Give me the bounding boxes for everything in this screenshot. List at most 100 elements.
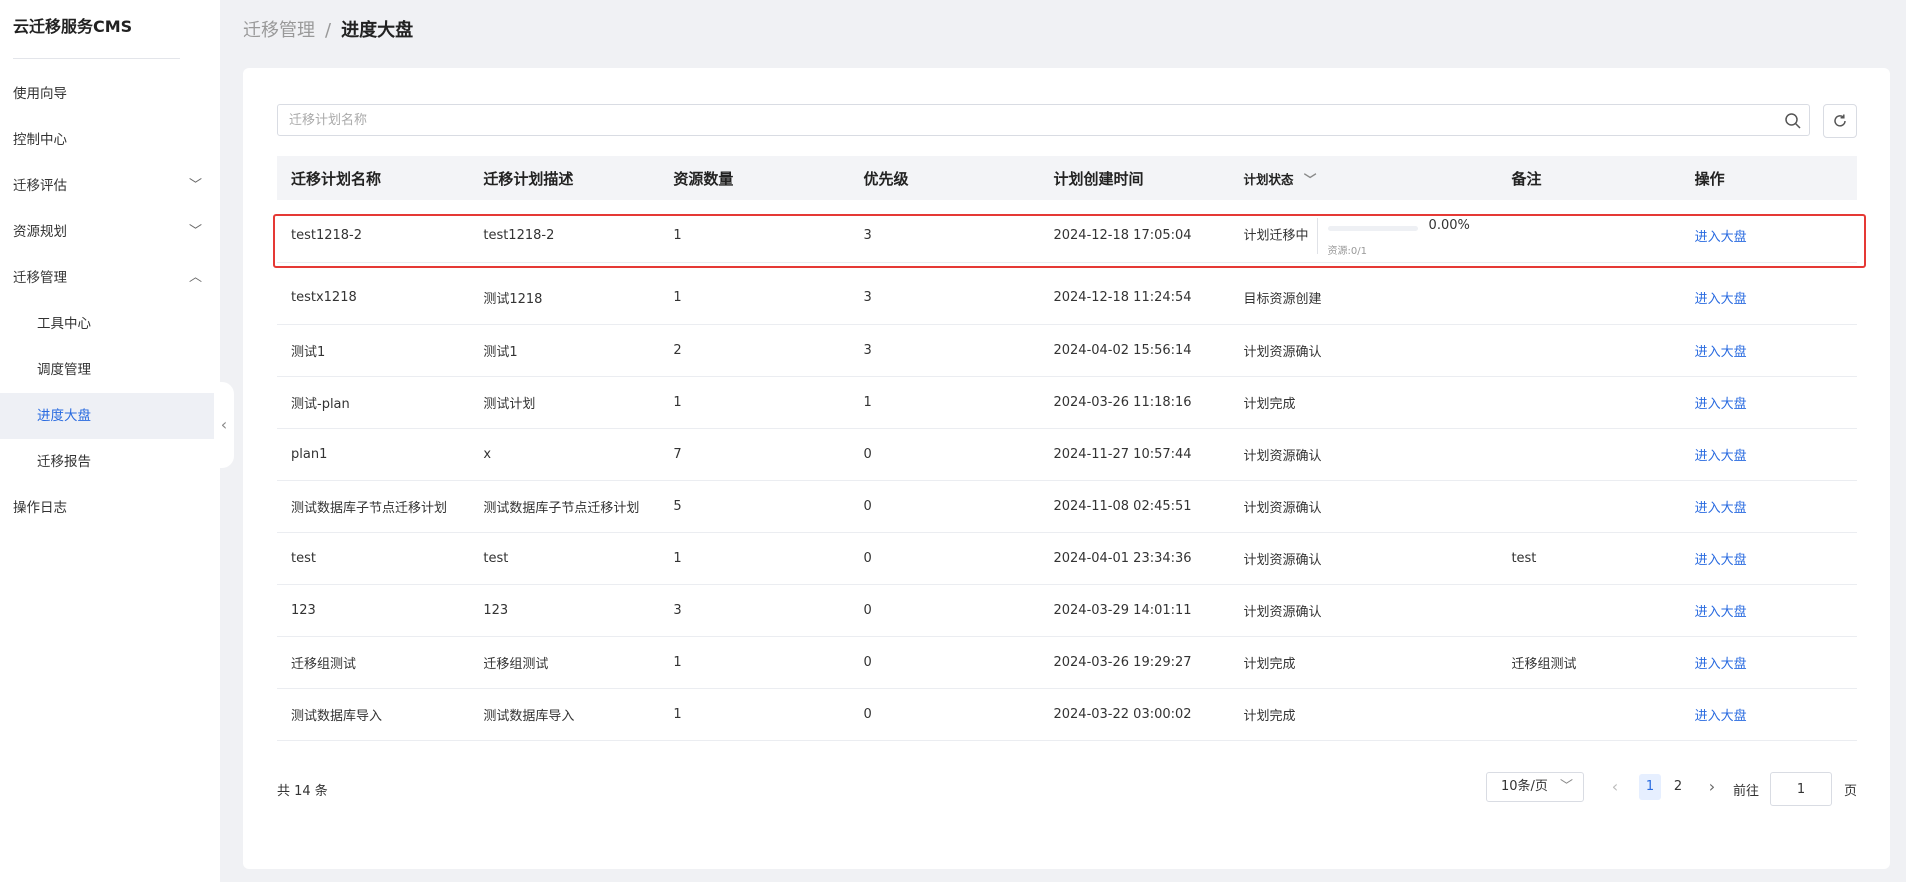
column-header: 备注 — [1511, 169, 1542, 188]
cell-note — [1497, 272, 1681, 325]
sidebar-item-label: 资源规划 — [13, 224, 67, 240]
page-number[interactable]: 2 — [1667, 774, 1689, 800]
cell-note — [1497, 428, 1681, 481]
main-card: 迁移计划名称 迁移计划描述 资源数量 优先级 计划创建时间 计划状态 ﹀ 备注 … — [243, 68, 1890, 869]
page-size-select[interactable]: 10条/页 ﹀ — [1486, 772, 1584, 802]
search-icon[interactable] — [1783, 111, 1803, 131]
sidebar-collapse-toggle[interactable]: ‹ — [214, 382, 234, 468]
cell-desc: 迁移组测试 — [469, 636, 660, 689]
chevron-right-icon: › — [1708, 777, 1716, 796]
status-text: 计划完成 — [1243, 708, 1296, 724]
cell-created: 2024-12-18 17:05:04 — [1039, 210, 1230, 263]
prev-page-button[interactable]: ‹ — [1605, 772, 1625, 802]
cell-count: 1 — [659, 210, 850, 263]
cell-priority: 3 — [849, 272, 1040, 325]
enter-dashboard-link[interactable]: 进入大盘 — [1695, 397, 1747, 412]
status-text: 计划资源确认 — [1243, 500, 1322, 516]
status-text: 目标资源创建 — [1243, 292, 1322, 308]
sidebar-item-planning[interactable]: 资源规划 ﹀ — [0, 209, 220, 255]
cell-name: 测试数据库子节点迁移计划 — [277, 480, 470, 533]
status-filter-header[interactable]: 计划状态 ﹀ — [1230, 156, 1498, 200]
divider — [13, 58, 180, 59]
cell-count: 3 — [659, 584, 850, 637]
enter-dashboard-link[interactable]: 进入大盘 — [1695, 345, 1747, 360]
sidebar-item-guide[interactable]: 使用向导 — [0, 71, 220, 117]
cell-status: 计划资源确认 — [1229, 428, 1498, 481]
sidebar-item-migration-report[interactable]: 迁移报告 — [0, 439, 220, 485]
cell-op: 进入大盘 — [1680, 636, 1857, 689]
cell-note — [1497, 376, 1681, 429]
spacer-row — [277, 200, 1857, 210]
cell-created: 2024-03-29 14:01:11 — [1039, 584, 1230, 637]
sidebar-item-assessment[interactable]: 迁移评估 ﹀ — [0, 163, 220, 209]
sidebar-nav: 使用向导 控制中心 迁移评估 ﹀ 资源规划 ﹀ 迁移管理 ︿ 工具中心 调度管理 进度… — [0, 71, 233, 531]
enter-dashboard-link[interactable]: 进入大盘 — [1695, 230, 1747, 245]
cell-status: 计划完成 — [1229, 376, 1498, 429]
cell-name: 测试-plan — [277, 376, 470, 429]
cell-name: test — [277, 532, 470, 585]
table-row: 测试数据库导入 测试数据库导入 1 0 2024-03-22 03:00:02 计划完成进… — [277, 688, 1857, 741]
sidebar-item-progress-dashboard[interactable]: 进度大盘 — [0, 393, 233, 439]
table-row: 测试-plan 测试计划 1 1 2024-03-26 11:18:16 计划完成 进入大盘 — [277, 376, 1857, 429]
table-row: 测试数据库子节点迁移计划 测试数据库子节点迁移计划 5 0 2024-11-08 02:… — [277, 480, 1857, 533]
enter-dashboard-link[interactable]: 进入大盘 — [1695, 657, 1747, 672]
enter-dashboard-link[interactable]: 进入大盘 — [1695, 292, 1747, 307]
cell-count: 1 — [659, 532, 850, 585]
progress-percent: 0.00% — [1428, 217, 1470, 233]
enter-dashboard-link[interactable]: 进入大盘 — [1695, 449, 1747, 464]
cell-created: 2024-04-02 15:56:14 — [1039, 324, 1230, 377]
breadcrumb: 迁移管理 / 进度大盘 — [243, 18, 413, 44]
page-number[interactable]: 1 — [1639, 774, 1661, 800]
cell-op: 进入大盘 — [1680, 532, 1857, 585]
goto-page-input[interactable] — [1770, 772, 1832, 806]
sidebar-item-scheduling[interactable]: 调度管理 — [0, 347, 220, 393]
cell-count: 1 — [659, 376, 850, 429]
cell-created: 2024-03-22 03:00:02 — [1039, 688, 1230, 741]
search-input[interactable] — [278, 105, 1758, 135]
spacer-row — [277, 262, 1857, 272]
enter-dashboard-link[interactable]: 进入大盘 — [1695, 501, 1747, 516]
cell-priority: 3 — [849, 210, 1040, 263]
cell-note — [1497, 584, 1681, 637]
progress-bar — [1327, 225, 1418, 231]
goto-label: 前往 — [1733, 784, 1760, 799]
sidebar-item-tool-center[interactable]: 工具中心 — [0, 301, 220, 347]
cell-desc: 测试1 — [469, 324, 660, 377]
cell-desc: 123 — [469, 584, 660, 637]
enter-dashboard-link[interactable]: 进入大盘 — [1695, 709, 1747, 724]
refresh-icon — [1834, 114, 1846, 127]
status-text: 计划完成 — [1243, 396, 1296, 412]
refresh-button[interactable] — [1823, 104, 1857, 138]
cell-priority: 0 — [849, 428, 1040, 481]
cell-priority: 0 — [849, 636, 1040, 689]
status-text: 计划资源确认 — [1243, 604, 1322, 620]
enter-dashboard-link[interactable]: 进入大盘 — [1695, 553, 1747, 568]
cell-status: 计划迁移中 0.00% 资源:0/1 — [1229, 210, 1498, 263]
next-page-button[interactable]: › — [1702, 772, 1722, 802]
sidebar-item-console[interactable]: 控制中心 — [0, 117, 220, 163]
cell-count: 2 — [659, 324, 850, 377]
cell-count: 1 — [659, 688, 850, 741]
table-row: test test 1 0 2024-04-01 23:34:36 计划资源确认 test 进… — [277, 532, 1857, 585]
cell-created: 2024-03-26 11:18:16 — [1039, 376, 1230, 429]
column-header: 迁移计划名称 — [291, 169, 382, 188]
column-header: 资源数量 — [673, 169, 734, 188]
cell-priority: 0 — [849, 584, 1040, 637]
breadcrumb-separator: / — [325, 20, 332, 41]
breadcrumb-parent[interactable]: 迁移管理 — [243, 20, 315, 41]
cell-op: 进入大盘 — [1680, 428, 1857, 481]
cell-op: 进入大盘 — [1680, 210, 1857, 263]
cell-desc: test — [469, 532, 660, 585]
cell-status: 计划资源确认 — [1229, 532, 1498, 585]
table-row: 迁移组测试 迁移组测试 1 0 2024-03-26 19:29:27 计划完成 迁移组测试… — [277, 636, 1857, 689]
cell-priority: 0 — [849, 688, 1040, 741]
cell-note — [1497, 480, 1681, 533]
sidebar-item-migration-mgmt[interactable]: 迁移管理 ︿ — [0, 255, 220, 301]
cell-desc: 测试数据库导入 — [469, 688, 660, 741]
sidebar-item-operation-log[interactable]: 操作日志 — [0, 485, 220, 531]
enter-dashboard-link[interactable]: 进入大盘 — [1695, 605, 1747, 620]
chevron-down-icon: ﹀ — [188, 178, 202, 193]
page-size-value: 10条/页 — [1501, 779, 1548, 794]
table-row: 测试1 测试1 2 3 2024-04-02 15:56:14 计划资源确认 进入大盘 — [277, 324, 1857, 377]
column-header: 计划创建时间 — [1053, 169, 1144, 188]
